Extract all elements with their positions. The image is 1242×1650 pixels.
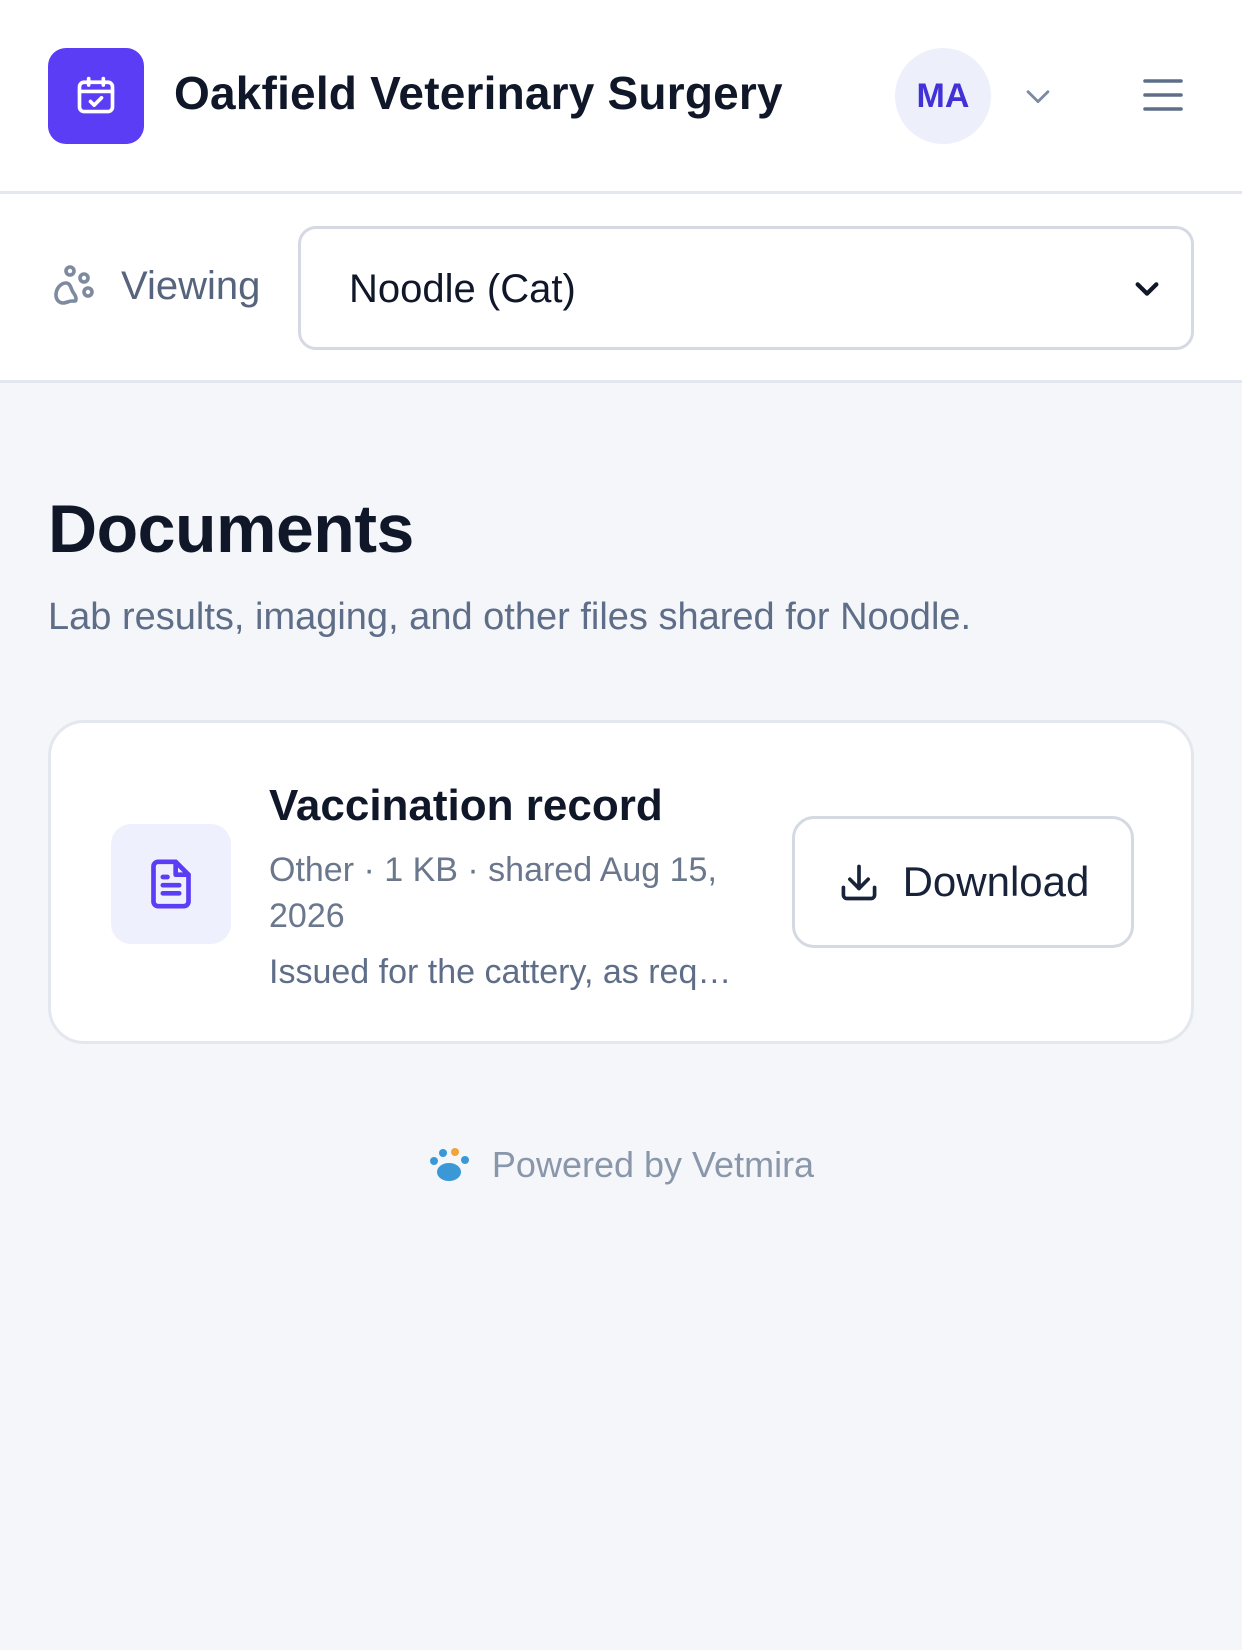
clinic-logo[interactable] <box>48 48 144 144</box>
hamburger-menu-icon <box>1143 79 1183 111</box>
document-meta: Other · 1 KB · shared Aug 15, 2026 <box>269 851 717 935</box>
download-button[interactable]: Download <box>792 816 1134 948</box>
chevron-down-icon <box>1026 90 1050 104</box>
powered-by-text: Powered by Vetmira <box>491 1144 815 1185</box>
page-subtitle: Lab results, imaging, and other files sh… <box>48 596 972 638</box>
hamburger-menu-button[interactable] <box>1138 70 1188 120</box>
vetmira-paw-icon <box>429 1148 469 1181</box>
pet-selector-bar: Viewing Noodle (Cat) <box>0 194 1242 383</box>
chevron-down-icon <box>1135 282 1159 296</box>
user-avatar[interactable]: MA <box>895 48 991 144</box>
document-description: Issued for the cattery, as requested <box>269 953 739 991</box>
pet-select[interactable]: Noodle (Cat) <box>298 226 1194 350</box>
pet-select-value: Noodle (Cat) <box>349 267 576 311</box>
document-name[interactable]: Vaccination record <box>269 781 663 831</box>
footer: Powered by Vetmira <box>0 1140 1242 1190</box>
document-card: Vaccination record Other · 1 KB · shared… <box>48 720 1194 1044</box>
account-menu-toggle[interactable] <box>1020 78 1056 114</box>
app-header: Oakfield Veterinary Surgery MA <box>0 0 1242 194</box>
document-icon-box <box>111 824 231 944</box>
calendar-check-icon <box>77 76 115 114</box>
viewing-label: Viewing <box>121 264 261 308</box>
download-button-label: Download <box>902 858 1090 905</box>
download-icon <box>841 864 877 901</box>
page-title: Documents <box>48 491 414 567</box>
paw-icon <box>54 265 94 305</box>
document-icon <box>151 859 191 909</box>
clinic-name: Oakfield Veterinary Surgery <box>174 67 783 119</box>
